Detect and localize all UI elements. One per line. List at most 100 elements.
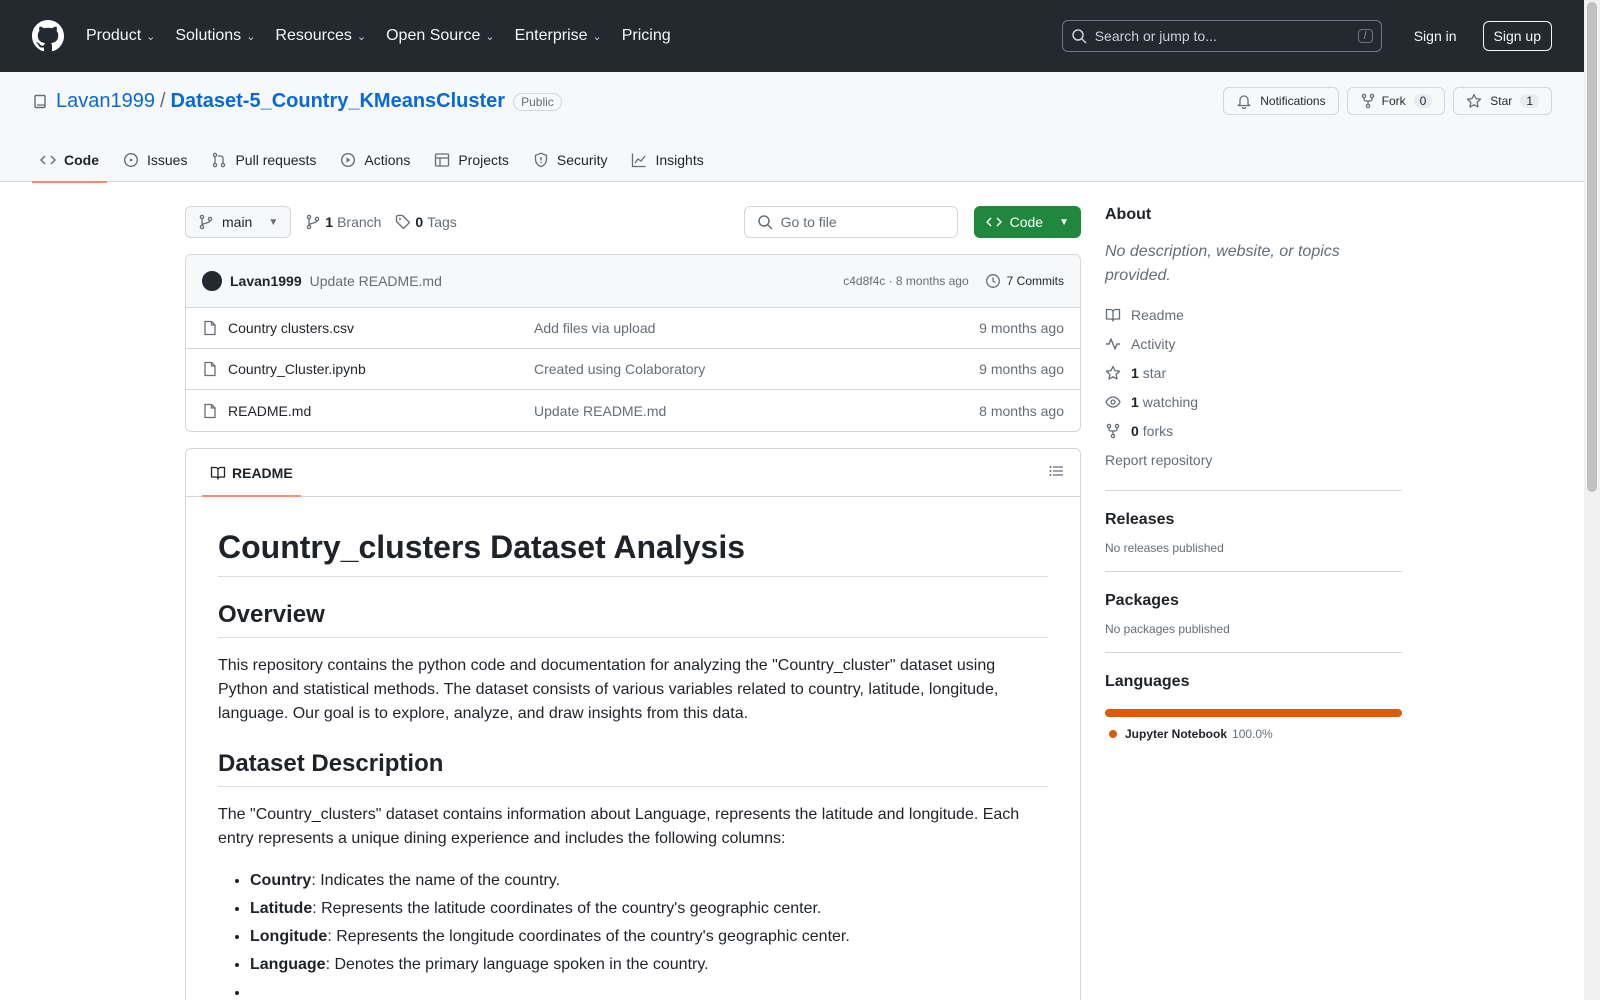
table-row: README.md Update README.md 8 months ago [186,390,1080,431]
chevron-down-icon: ⌄ [485,30,495,43]
chevron-down-icon: ⌄ [592,30,602,43]
header-nav: Product ⌄ Solutions ⌄ Resources ⌄ Open Sour… [86,27,691,45]
file-toolbar: main ▼ 1 Branch 0 Tags Go to file Code ▼ [185,206,1081,238]
stars-link[interactable]: 1 star [1105,358,1402,387]
list-item [250,979,1048,1000]
code-dropdown-button[interactable]: Code ▼ [973,206,1081,238]
issue-icon [123,152,139,168]
file-date: 8 months ago [979,402,1064,419]
sign-up-button[interactable]: Sign up [1482,21,1552,51]
commit-message[interactable]: Update README.md [310,273,442,289]
repo-name-link[interactable]: Dataset-5_Country_KMeansCluster [171,90,506,113]
go-to-file-input[interactable]: Go to file [743,206,958,238]
tab-projects[interactable]: Projects [426,138,517,182]
releases-heading[interactable]: Releases [1105,511,1402,529]
nav-label: Solutions [175,27,242,44]
tab-label: Pull requests [235,152,317,168]
file-name-link[interactable]: README.md [202,403,534,419]
tab-insights[interactable]: Insights [623,138,711,182]
sign-in-link[interactable]: Sign in [1406,28,1465,44]
nav-pricing[interactable]: Pricing [622,27,671,45]
forks-label: forks [1142,422,1174,439]
scrollbar-thumb[interactable] [1587,2,1597,492]
repo-title: Lavan1999 / Dataset-5_Country_KMeansClus… [32,90,562,113]
activity-link[interactable]: Activity [1105,329,1402,358]
nav-solutions[interactable]: Solutions ⌄ [175,27,255,45]
commits-link[interactable]: 7 Commits [985,273,1064,289]
nav-resources[interactable]: Resources ⌄ [275,27,366,45]
branch-count: 1 [325,214,334,230]
list-unordered-icon[interactable] [1048,463,1064,482]
repo-owner-link[interactable]: Lavan1999 [56,90,155,113]
readme-heading-description: Dataset Description [218,750,1048,787]
tab-label: Actions [364,152,411,168]
tab-actions[interactable]: Actions [332,138,418,182]
branch-selector[interactable]: main ▼ [185,206,292,238]
commit-author[interactable]: Lavan1999 [230,273,302,289]
notifications-label: Notifications [1260,94,1326,108]
fork-icon [1361,93,1374,109]
repo-tabs: Code Issues Pull requests Actions Projec… [32,138,720,183]
file-icon [204,320,216,336]
language-item[interactable]: Jupyter Notebook 100.0% [1105,727,1402,741]
readme-tab[interactable]: README [202,449,301,497]
book-icon [1105,308,1121,322]
file-date: 9 months ago [979,361,1064,377]
tab-pull-requests[interactable]: Pull requests [203,138,324,182]
readme-header: README [186,449,1080,497]
avatar[interactable] [202,271,222,291]
fork-count: 0 [1413,94,1433,108]
global-header: Product ⌄ Solutions ⌄ Resources ⌄ Open Sour… [0,0,1584,72]
branch-icon [199,214,213,230]
caret-down-icon: ▼ [1059,216,1069,228]
page-scrollbar[interactable] [1584,0,1600,1000]
code-icon [40,155,56,165]
chevron-down-icon: ⌄ [146,30,156,43]
commits-count: 7 Commits [1006,274,1064,288]
file-name-link[interactable]: Country_Cluster.ipynb [202,361,534,377]
chevron-down-icon: ⌄ [356,30,367,43]
tags-link[interactable]: 0 Tags [395,214,457,230]
file-commit-message[interactable]: Add files via upload [534,320,979,336]
commit-sha-time[interactable]: c4d8f4c · 8 months ago [843,274,968,288]
global-search-input[interactable]: Search or jump to... / [1061,20,1382,52]
readme-column-list: Country: Indicates the name of the count… [250,867,1048,1000]
star-button[interactable]: Star 1 [1453,87,1552,115]
star-icon [1105,365,1121,380]
nav-enterprise[interactable]: Enterprise ⌄ [515,27,602,45]
repo-header: Lavan1999 / Dataset-5_Country_KMeansClus… [0,72,1584,183]
readme-tab-label: README [232,464,293,481]
code-icon [985,217,1002,227]
list-item-term: Longitude [250,928,328,945]
nav-open-source[interactable]: Open Source ⌄ [386,27,495,45]
nav-product[interactable]: Product ⌄ [86,27,155,45]
tab-label: Projects [458,152,509,168]
language-bar [1105,709,1402,717]
readme-paragraph-description: The "Country_clusters" dataset contains … [218,806,1020,847]
tab-code[interactable]: Code [32,138,107,183]
tag-label: Tags [427,214,457,230]
github-logo-icon[interactable] [32,20,64,52]
fork-button[interactable]: Fork 0 [1346,87,1446,115]
path-separator: / [159,90,166,112]
forks-link[interactable]: 0 forks [1105,416,1402,445]
repo-actions: Notifications Fork 0 Star 1 [1223,87,1552,115]
file-commit-message[interactable]: Update README.md [534,403,979,419]
languages-heading: Languages [1105,673,1190,690]
notifications-button[interactable]: Notifications [1223,87,1339,115]
tab-security[interactable]: Security [525,138,616,182]
branch-icon [307,214,320,230]
star-label: Star [1490,94,1513,108]
watchers-link[interactable]: 1 watching [1105,387,1402,416]
list-item-text: : Indicates the name of the country. [311,872,561,889]
file-name-link[interactable]: Country clusters.csv [202,320,534,336]
about-heading: About [1105,206,1152,223]
branches-link[interactable]: 1 Branch [305,214,381,230]
tab-label: Insights [655,152,704,168]
file-commit-message[interactable]: Created using Colaboratory [534,361,979,377]
tab-label: Issues [147,152,188,168]
packages-heading[interactable]: Packages [1105,592,1402,610]
readme-link[interactable]: Readme [1105,300,1402,329]
report-repository-link[interactable]: Report repository [1105,445,1402,474]
tab-issues[interactable]: Issues [115,138,195,182]
